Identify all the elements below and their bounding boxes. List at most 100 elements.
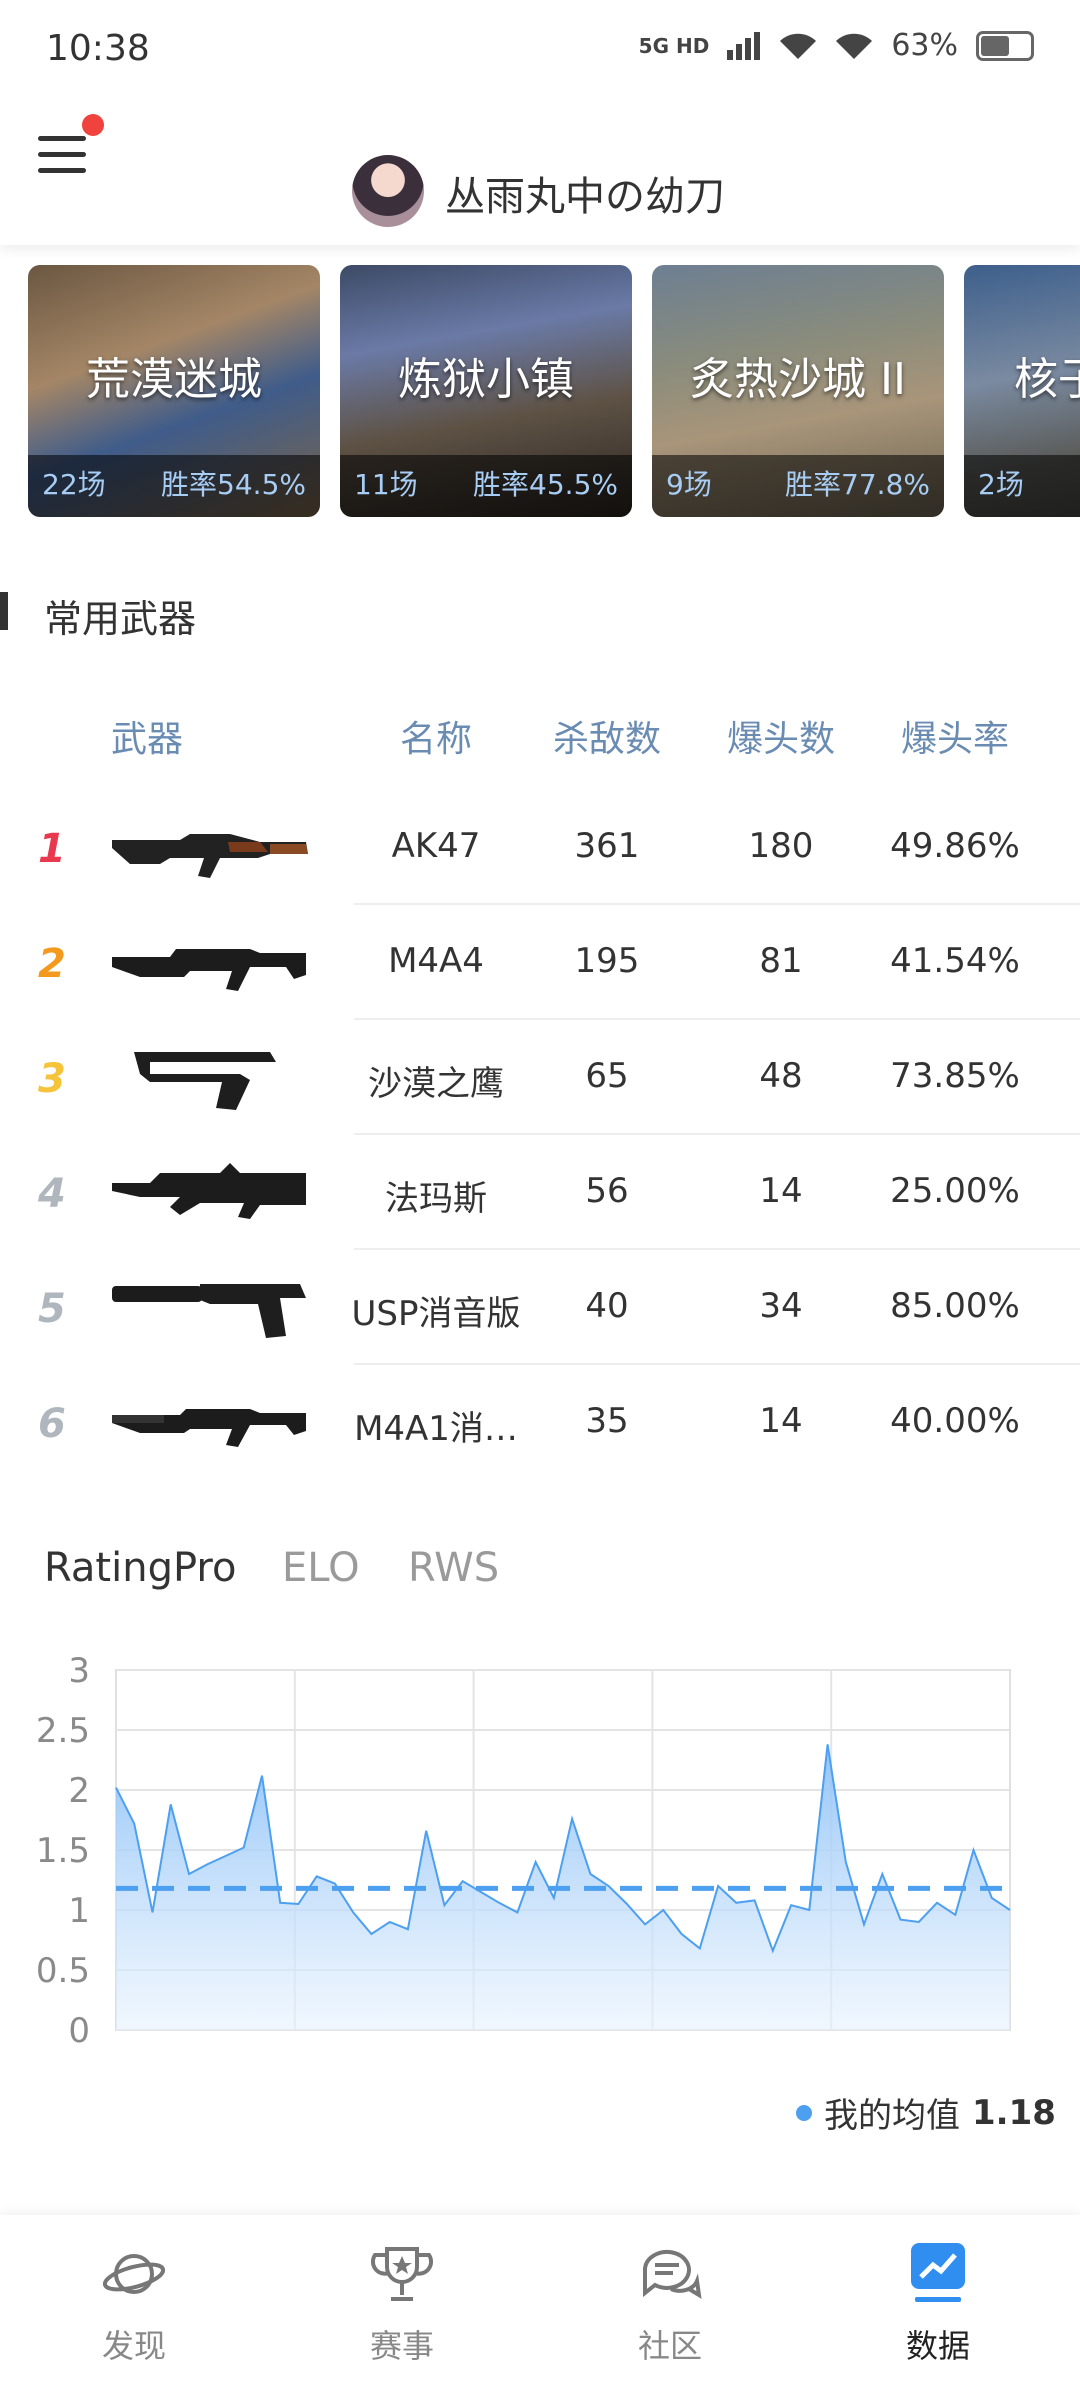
avatar[interactable] xyxy=(352,155,424,227)
weapon-kills: 65 xyxy=(585,1056,629,1096)
username[interactable]: 丛雨丸中の幼刀 xyxy=(445,164,725,222)
weapon-name: M4A4 xyxy=(388,941,484,981)
y-tick-label: 2 xyxy=(68,1771,90,1811)
planet-icon xyxy=(102,2254,166,2294)
chat-icon xyxy=(643,2249,702,2299)
table-row[interactable]: 5 USP消音版 40 34 85.00% xyxy=(0,1250,1080,1365)
weapon-image xyxy=(110,1272,310,1342)
weapon-kills: 56 xyxy=(585,1171,629,1211)
chart-legend: 我的均值 1.18 xyxy=(796,2088,1056,2137)
weapon-hs-rate: 49.86% xyxy=(890,826,1020,866)
rating-chart: 3 2.5 2 1.5 1 0.5 0 xyxy=(36,1651,1011,2051)
map-card[interactable]: 炙热沙城 II 9场 胜率77.8% xyxy=(652,265,944,517)
rank-badge: 1 xyxy=(38,826,66,872)
map-games: 22场 xyxy=(42,468,106,501)
nav-data[interactable]: 数据 xyxy=(858,2239,1018,2367)
signal-icon xyxy=(727,31,761,60)
nav-label: 赛事 xyxy=(369,2327,434,2365)
weapon-kills: 195 xyxy=(574,941,640,981)
menu-button[interactable] xyxy=(38,114,104,182)
rank-badge: 2 xyxy=(38,941,66,987)
nav-discover[interactable]: 发现 xyxy=(54,2239,214,2367)
y-tick-label: 1 xyxy=(68,1891,90,1931)
map-name: 荒漠迷城 xyxy=(86,354,262,405)
legend-value: 1.18 xyxy=(972,2092,1056,2133)
chart-icon xyxy=(911,2243,965,2302)
map-games: 11场 xyxy=(354,468,418,501)
section-indicator xyxy=(0,592,8,630)
rank-badge: 5 xyxy=(38,1286,66,1332)
weapon-name: USP消音版 xyxy=(351,1294,521,1334)
y-tick-label: 0.5 xyxy=(36,1951,90,1991)
app-header: 丛雨丸中の幼刀 xyxy=(0,100,1080,245)
weapon-image xyxy=(110,812,310,882)
weapon-image xyxy=(110,927,310,997)
table-row[interactable]: 1 AK47 361 180 49.86% xyxy=(0,790,1080,905)
y-tick-label: 0 xyxy=(68,2011,90,2051)
status-bar: 10:38 5G HD 63% xyxy=(0,0,1080,100)
tab-rws[interactable]: RWS xyxy=(408,1545,499,1591)
weapon-name: 法玛斯 xyxy=(385,1179,487,1219)
tab-ratingpro[interactable]: RatingPro xyxy=(44,1545,236,1591)
weapon-kills: 35 xyxy=(585,1401,629,1441)
legend-dot xyxy=(796,2104,812,2121)
trophy-icon xyxy=(371,2247,433,2301)
col-header-kills: 杀敌数 xyxy=(552,719,661,760)
weapon-kills: 361 xyxy=(574,826,640,866)
weapon-hs-rate: 25.00% xyxy=(890,1171,1020,1211)
weapon-headshots: 180 xyxy=(748,826,814,866)
col-header-headshots: 爆头数 xyxy=(726,719,835,760)
col-header-weapon: 武器 xyxy=(110,719,183,760)
y-tick-label: 1.5 xyxy=(36,1831,90,1871)
tab-elo[interactable]: ELO xyxy=(282,1545,360,1591)
battery-percent: 63% xyxy=(891,28,958,63)
weapon-headshots: 81 xyxy=(759,941,803,981)
table-row[interactable]: 3 沙漠之鹰 65 48 73.85% xyxy=(0,1020,1080,1135)
table-row[interactable]: 2 M4A4 195 81 41.54% xyxy=(0,905,1080,1020)
weapon-headshots: 34 xyxy=(759,1286,803,1326)
notification-dot xyxy=(82,114,104,136)
weapon-headshots: 48 xyxy=(759,1056,803,1096)
map-games: 9场 xyxy=(666,468,712,501)
weapon-hs-rate: 73.85% xyxy=(890,1056,1020,1096)
col-header-hs-rate: 爆头率 xyxy=(900,719,1009,760)
legend-label: 我的均值 xyxy=(824,2096,960,2136)
wifi-icon xyxy=(836,33,873,59)
weapon-image xyxy=(110,1157,310,1227)
map-games: 2场 xyxy=(978,468,1024,501)
map-carousel[interactable]: 荒漠迷城 22场 胜率54.5% 炼狱小镇 11场 胜率45.5% 炙热沙城 I… xyxy=(0,265,1080,525)
weapon-hs-rate: 40.00% xyxy=(890,1401,1020,1441)
weapon-kills: 40 xyxy=(585,1286,629,1326)
weapon-name: 沙漠之鹰 xyxy=(368,1064,504,1104)
nav-community[interactable]: 社区 xyxy=(590,2239,750,2367)
status-right: 5G HD 63% xyxy=(639,28,1034,63)
weapon-headshots: 14 xyxy=(759,1171,803,1211)
map-name: 核子危机 xyxy=(1014,354,1080,405)
status-time: 10:38 xyxy=(46,28,150,69)
nav-label: 社区 xyxy=(637,2327,702,2365)
weapon-headshots: 14 xyxy=(759,1401,803,1441)
network-label: 5G HD xyxy=(638,33,710,58)
weapon-hs-rate: 41.54% xyxy=(890,941,1020,981)
nav-label: 发现 xyxy=(101,2327,166,2365)
section-title: 常用武器 xyxy=(44,597,197,641)
weapon-hs-rate: 85.00% xyxy=(890,1286,1020,1326)
rank-badge: 4 xyxy=(38,1171,66,1217)
map-card[interactable]: 荒漠迷城 22场 胜率54.5% xyxy=(28,265,320,517)
weapon-image xyxy=(110,1042,310,1112)
map-card[interactable]: 核子危机 2场 xyxy=(964,265,1080,517)
nav-events[interactable]: 赛事 xyxy=(322,2239,482,2367)
table-row[interactable]: 6 M4A1消… 35 14 40.00% xyxy=(0,1365,1080,1480)
map-win-rate: 胜率77.8% xyxy=(785,468,930,501)
map-win-rate: 胜率45.5% xyxy=(473,468,618,501)
map-card[interactable]: 炼狱小镇 11场 胜率45.5% xyxy=(340,265,632,517)
nav-label: 数据 xyxy=(905,2327,970,2365)
y-tick-label: 3 xyxy=(68,1651,90,1691)
rank-badge: 3 xyxy=(38,1056,66,1102)
map-name: 炼狱小镇 xyxy=(398,354,574,405)
table-row[interactable]: 4 法玛斯 56 14 25.00% xyxy=(0,1135,1080,1250)
weapon-name: AK47 xyxy=(391,826,481,866)
wifi-icon xyxy=(780,33,817,59)
y-tick-label: 2.5 xyxy=(36,1711,90,1751)
weapon-name: M4A1消… xyxy=(354,1409,518,1449)
